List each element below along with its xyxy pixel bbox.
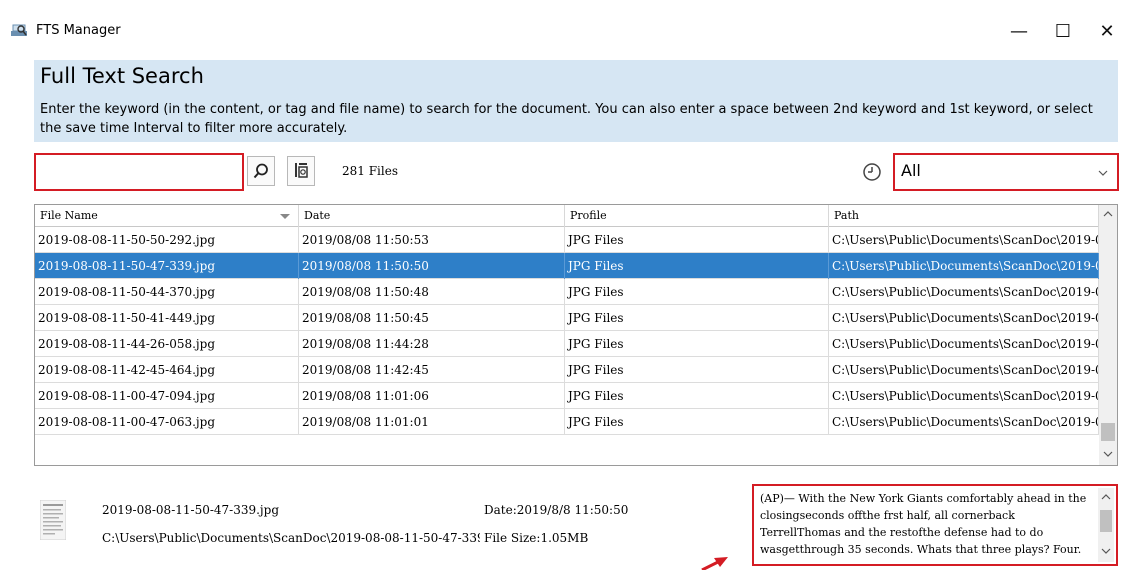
- selected-file-size: File Size:1.05MB: [484, 531, 589, 545]
- page-title: Full Text Search: [40, 64, 204, 88]
- column-header-date[interactable]: Date: [299, 205, 565, 227]
- files-count: 281 Files: [342, 164, 398, 178]
- content-preview-text: (AP)— With the New York Giants comfortab…: [760, 492, 1087, 556]
- scroll-down-icon[interactable]: [1103, 449, 1113, 459]
- scrollbar-thumb[interactable]: [1100, 510, 1112, 532]
- table-row[interactable]: 2019-08-08-11-50-50-292.jpg 2019/08/08 1…: [35, 227, 1099, 253]
- close-button[interactable]: ✕: [1084, 16, 1130, 46]
- table-row[interactable]: 2019-08-08-11-00-47-094.jpg 2019/08/08 1…: [35, 383, 1099, 409]
- column-header-path[interactable]: Path: [829, 205, 1099, 227]
- sort-arrow-icon: [280, 214, 290, 219]
- table-row[interactable]: 2019-08-08-11-42-45-464.jpg 2019/08/08 1…: [35, 357, 1099, 383]
- content-preview-box[interactable]: (AP)— With the New York Giants comfortab…: [752, 484, 1118, 566]
- time-interval-value: All: [901, 161, 921, 180]
- column-header-profile[interactable]: Profile: [565, 205, 829, 227]
- scrollbar-thumb[interactable]: [1101, 423, 1115, 441]
- table-row[interactable]: 2019-08-08-11-50-44-370.jpg 2019/08/08 1…: [35, 279, 1099, 305]
- search-box[interactable]: [34, 153, 244, 191]
- selected-file-date: Date:2019/8/8 11:50:50: [484, 503, 629, 517]
- column-header-file-name[interactable]: File Name: [35, 205, 299, 227]
- annotation-arrow-icon: [701, 557, 728, 570]
- maximize-button[interactable]: ☐: [1040, 16, 1086, 46]
- table-body: 2019-08-08-11-50-50-292.jpg 2019/08/08 1…: [35, 227, 1099, 465]
- chevron-down-icon: [1098, 170, 1108, 176]
- scanner-app-icon: [11, 24, 27, 36]
- title-bar: FTS Manager — ☐ ✕: [0, 0, 1130, 54]
- table-scrollbar[interactable]: [1099, 205, 1117, 465]
- scroll-down-icon[interactable]: [1101, 546, 1111, 556]
- search-button[interactable]: [247, 156, 275, 186]
- table-header: File Name Date Profile Path: [35, 205, 1099, 227]
- search-input[interactable]: [38, 157, 240, 187]
- table-row[interactable]: 2019-08-08-11-44-26-058.jpg 2019/08/08 1…: [35, 331, 1099, 357]
- clear-history-icon: [295, 163, 308, 178]
- file-table: File Name Date Profile Path 2019-08-08-1…: [34, 204, 1118, 466]
- table-row[interactable]: 2019-08-08-11-50-41-449.jpg 2019/08/08 1…: [35, 305, 1099, 331]
- header-panel: Full Text Search Enter the keyword (in t…: [34, 60, 1118, 142]
- scroll-up-icon[interactable]: [1103, 209, 1113, 219]
- page-description: Enter the keyword (in the content, or ta…: [40, 102, 1093, 136]
- clear-history-button[interactable]: [287, 156, 315, 186]
- document-thumbnail-icon: [40, 500, 66, 540]
- selected-file-name: 2019-08-08-11-50-47-339.jpg: [102, 503, 280, 517]
- window-title: FTS Manager: [36, 23, 121, 38]
- scroll-up-icon[interactable]: [1101, 492, 1111, 502]
- time-interval-select[interactable]: All: [893, 153, 1119, 191]
- content-scrollbar[interactable]: [1098, 488, 1114, 562]
- clock-icon: [863, 163, 881, 181]
- table-row-selected[interactable]: 2019-08-08-11-50-47-339.jpg 2019/08/08 1…: [35, 253, 1099, 279]
- selected-file-path: C:\Users\Public\Documents\ScanDoc\2019-0…: [102, 531, 480, 545]
- search-icon: [253, 163, 268, 179]
- minimize-button[interactable]: —: [996, 16, 1042, 46]
- table-row[interactable]: 2019-08-08-11-00-47-063.jpg 2019/08/08 1…: [35, 409, 1099, 435]
